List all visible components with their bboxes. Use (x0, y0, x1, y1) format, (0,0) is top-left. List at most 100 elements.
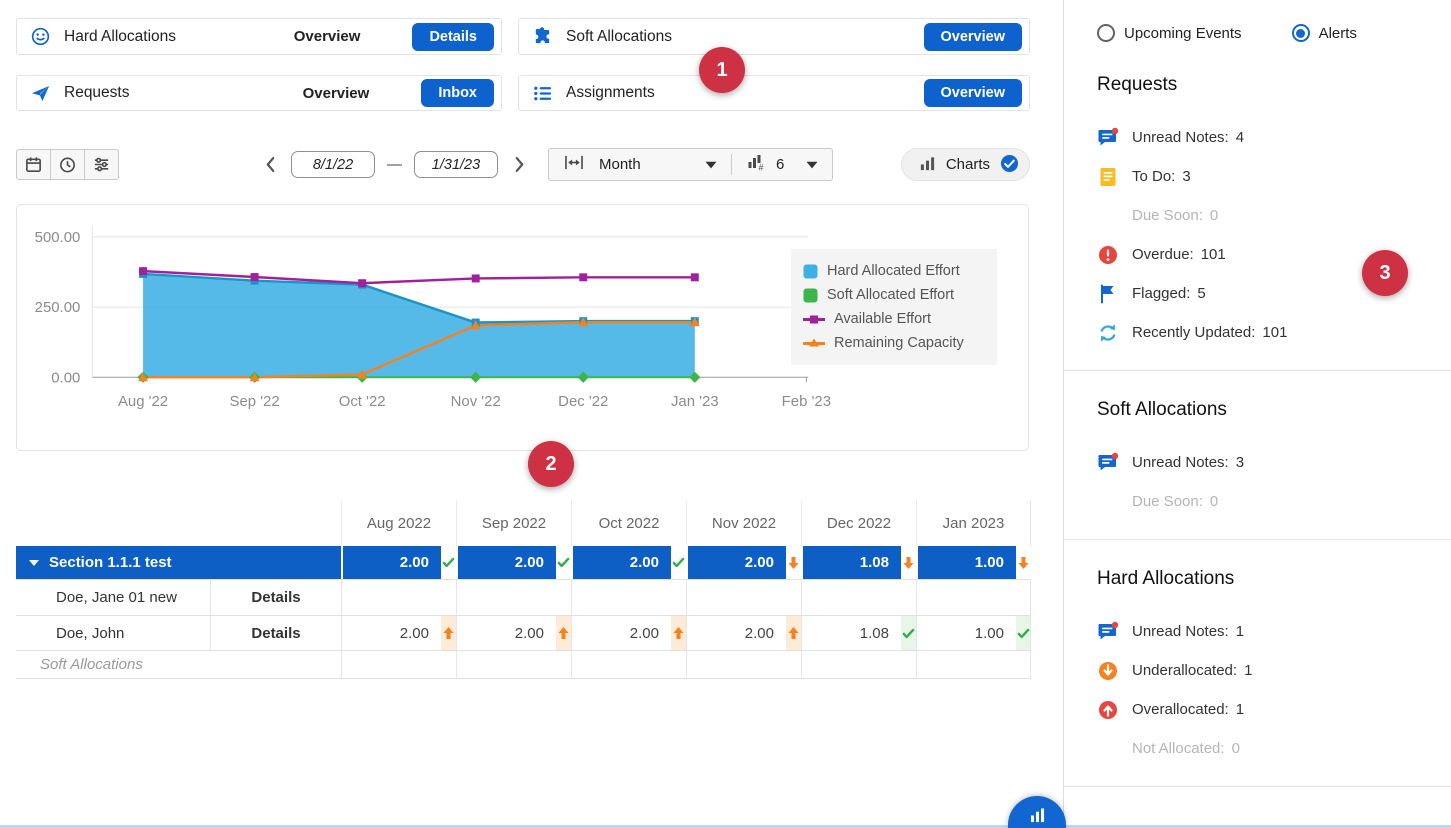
status-down-arrow-icon (1016, 546, 1031, 579)
soft-allocations-row[interactable]: Soft Allocations (16, 650, 341, 679)
alerts-sidebar: Upcoming Events Alerts Requests Unread N… (1063, 0, 1451, 828)
legend-marker-icon (803, 288, 818, 303)
svg-text:Aug '22: Aug '22 (118, 393, 168, 410)
empty-cell (901, 650, 916, 679)
alert-item[interactable]: Underallocated: 1 (1097, 651, 1451, 690)
alert-value: 0 (1232, 740, 1240, 757)
section-cell: 1.00 (916, 546, 1016, 579)
allocation-cell (686, 579, 786, 615)
svg-text:500.00: 500.00 (35, 229, 81, 246)
date-range-separator: — (387, 156, 402, 173)
section-cell: 2.00 (571, 546, 671, 579)
status-down-arrow-icon (901, 546, 916, 579)
alerts-section-soft-allocations: Soft Allocations Unread Notes: 3 Due Soo… (1097, 399, 1451, 523)
alert-label: Underallocated: (1132, 662, 1237, 679)
alert-label: Unread Notes: (1132, 454, 1229, 471)
icon-spacer (1097, 738, 1119, 760)
section-cell: 2.00 (341, 546, 441, 579)
alert-item: Due Soon: 0 (1097, 482, 1451, 521)
allocations-table: Aug 2022 Sep 2022 Oct 2022 Nov 2022 Dec … (16, 500, 1031, 679)
allocation-cell: 2.00 (686, 615, 786, 650)
alert-label: Overallocated: (1132, 701, 1229, 718)
alert-item[interactable]: Unread Notes: 4 (1097, 118, 1451, 157)
calendar-view-button[interactable] (16, 149, 51, 180)
end-date-input[interactable] (414, 151, 498, 178)
time-view-button[interactable] (50, 149, 85, 180)
column-count-icon: # (746, 152, 766, 177)
unread-notes-icon (1097, 452, 1119, 474)
radio-label: Upcoming Events (1124, 25, 1242, 42)
filter-settings-button[interactable] (84, 149, 119, 180)
allocation-cell: 1.08 (801, 615, 901, 650)
sidebar-mode-switch: Upcoming Events Alerts (1097, 24, 1451, 42)
alert-label: Unread Notes: (1132, 623, 1229, 640)
start-date-input[interactable] (291, 151, 375, 178)
alert-item[interactable]: To Do: 3 (1097, 157, 1451, 196)
chart-toolbar: — Month # 6 (16, 148, 1030, 181)
interval-dropdown[interactable]: Month (599, 156, 717, 174)
section-row-toggle[interactable]: Section 1.1.1 test (16, 546, 341, 579)
allocation-cell: 2.00 (571, 615, 671, 650)
charts-toggle-label: Charts (946, 156, 990, 173)
overview-button[interactable]: Overview (924, 23, 1023, 51)
details-link[interactable]: Details (210, 579, 341, 615)
details-link[interactable]: Details (210, 615, 341, 650)
legend-item: Hard Allocated Effort (803, 259, 985, 283)
svg-text:Jan '23: Jan '23 (671, 393, 719, 410)
card-subtitle: Overview (294, 28, 361, 45)
prev-period-button[interactable] (259, 153, 281, 177)
card-subtitle: Overview (303, 85, 370, 102)
interval-settings-group: Month # 6 (548, 148, 833, 181)
column-count-dropdown[interactable]: 6 (776, 156, 818, 174)
alerts-radio[interactable]: Alerts (1292, 24, 1357, 42)
section-title: Soft Allocations (1097, 399, 1451, 421)
svg-text:Nov '22: Nov '22 (451, 393, 501, 410)
date-range-nav: — (259, 151, 530, 178)
flag-icon (1097, 283, 1119, 305)
chevron-down-icon (705, 156, 717, 174)
empty-cell (786, 650, 801, 679)
next-period-button[interactable] (508, 153, 530, 177)
alert-item[interactable]: Unread Notes: 3 (1097, 443, 1451, 482)
icon-spacer (1097, 205, 1119, 227)
alert-label: Due Soon: (1132, 493, 1203, 510)
empty-cell (671, 650, 686, 679)
puzzle-icon (532, 26, 553, 47)
charts-fab-button[interactable] (1008, 796, 1066, 828)
details-button[interactable]: Details (412, 23, 494, 51)
status-down-arrow-icon (786, 546, 801, 579)
alert-item: Due Soon: 0 (1097, 196, 1451, 235)
card-soft-allocations: Soft Allocations Overview (518, 18, 1030, 55)
charts-toggle-button[interactable]: Charts (901, 148, 1030, 181)
legend-marker-icon (803, 336, 825, 351)
section-cell: 1.08 (801, 546, 901, 579)
alert-value: 1 (1236, 623, 1244, 640)
alert-label: Not Allocated: (1132, 740, 1225, 757)
status-up-arrow-icon (786, 615, 801, 650)
overview-button[interactable]: Overview (924, 79, 1023, 107)
inbox-button[interactable]: Inbox (421, 79, 494, 107)
radio-selected-icon (1292, 24, 1310, 42)
alert-item[interactable]: Overallocated: 1 (1097, 690, 1451, 729)
empty-cell (916, 650, 1016, 679)
bar-chart-icon (1029, 808, 1046, 823)
column-header: Sep 2022 (456, 500, 571, 546)
alert-item[interactable]: Unread Notes: 1 (1097, 612, 1451, 651)
todo-icon (1097, 166, 1119, 188)
section-name: Section 1.1.1 test (49, 554, 172, 571)
alert-label: Overdue: (1132, 246, 1194, 263)
alert-item[interactable]: Recently Updated: 101 (1097, 313, 1451, 352)
empty-cell (441, 650, 456, 679)
card-title: Soft Allocations (566, 28, 672, 46)
upcoming-events-radio[interactable]: Upcoming Events (1097, 24, 1242, 42)
legend-marker-icon (803, 264, 818, 279)
legend-label: Remaining Capacity (834, 335, 964, 351)
view-mode-group (16, 149, 119, 180)
resource-dashboard: Hard Allocations Overview Details Soft A… (0, 0, 1451, 828)
card-title: Assignments (566, 84, 655, 102)
icon-spacer (1097, 491, 1119, 513)
table-header-spacer (16, 500, 341, 546)
alert-label: Due Soon: (1132, 207, 1203, 224)
alert-value: 0 (1210, 493, 1218, 510)
allocation-cell (801, 579, 901, 615)
